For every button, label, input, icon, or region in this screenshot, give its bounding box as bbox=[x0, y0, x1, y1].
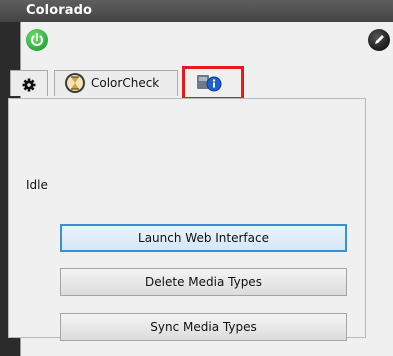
delete-media-types-button[interactable]: Delete Media Types bbox=[60, 268, 347, 296]
gear-icon bbox=[22, 78, 36, 92]
launch-web-interface-button[interactable]: Launch Web Interface bbox=[60, 224, 347, 252]
tab-bar: ColorCheck bbox=[8, 66, 368, 100]
info-icon bbox=[197, 75, 222, 92]
title-bar: Colorado bbox=[0, 0, 393, 23]
tab-colorcheck[interactable]: ColorCheck bbox=[54, 70, 178, 96]
sync-media-types-button[interactable]: Sync Media Types bbox=[60, 313, 347, 341]
tab-settings[interactable] bbox=[10, 70, 48, 96]
app-window: Colorado ColorCheck Idle Launch Web Inte… bbox=[0, 0, 393, 356]
window-title: Colorado bbox=[26, 3, 93, 18]
tab-content-panel bbox=[8, 98, 366, 338]
power-icon[interactable] bbox=[26, 29, 48, 51]
pencil-icon[interactable] bbox=[368, 29, 390, 51]
status-text: Idle bbox=[26, 178, 48, 192]
tab-colorcheck-label: ColorCheck bbox=[91, 76, 160, 90]
tab-info[interactable] bbox=[182, 66, 244, 100]
hourglass-icon bbox=[65, 73, 85, 93]
